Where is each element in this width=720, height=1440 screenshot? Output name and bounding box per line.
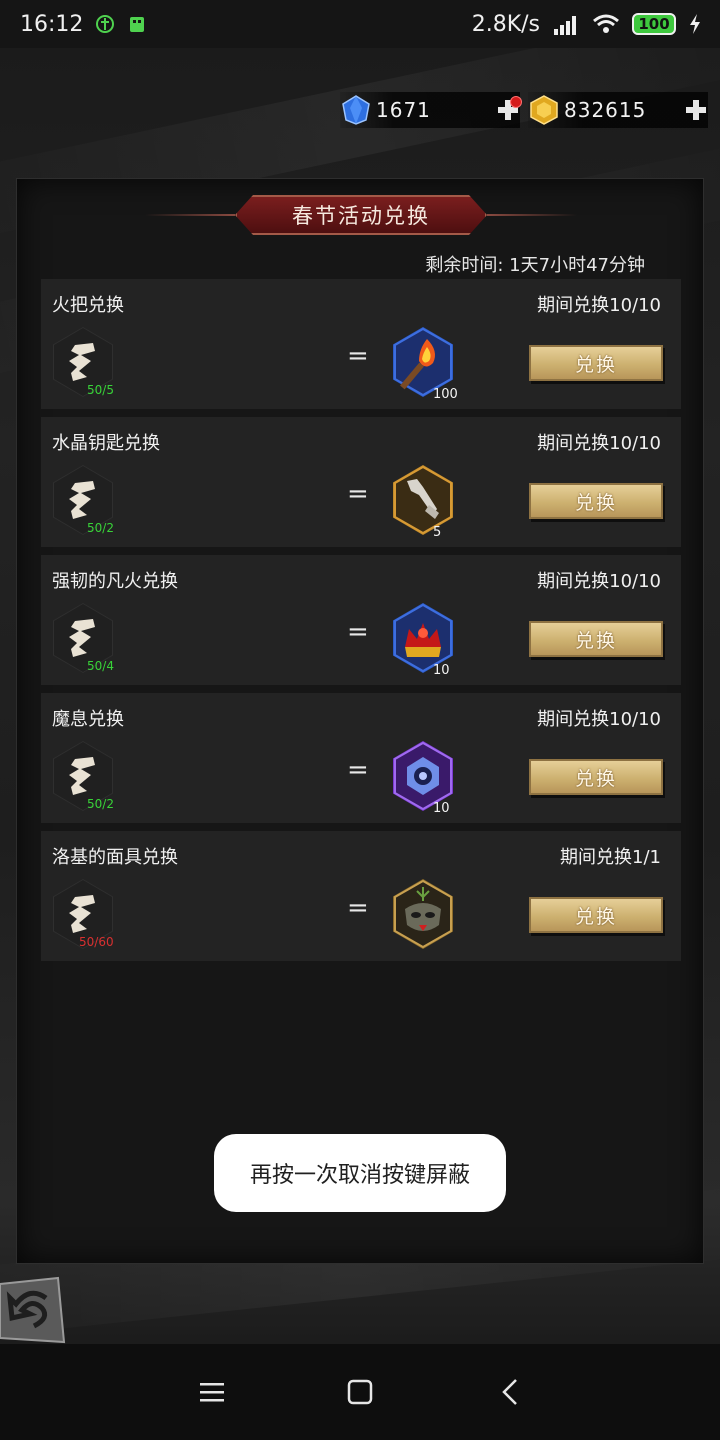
equals-sign: = <box>347 755 369 785</box>
material-requirement: 50/2 <box>87 797 114 811</box>
equals-sign: = <box>347 479 369 509</box>
exchange-title: 强韧的凡火兑换 <box>52 571 178 592</box>
exchange-row-loki-mask: 洛基的面具兑换 期间兑换1/1 50/60 = 兑换 <box>41 831 681 961</box>
notification-dot <box>510 96 522 108</box>
exchange-title: 魔息兑换 <box>52 709 124 730</box>
material-requirement: 50/2 <box>87 521 114 535</box>
plus-icon <box>686 100 706 120</box>
reward-quantity: 5 <box>433 525 442 540</box>
system-nav-bar <box>0 1344 720 1440</box>
add-gold-button[interactable] <box>684 98 708 122</box>
exchange-button[interactable]: 兑换 <box>529 345 663 381</box>
gold-currency: 832615 <box>528 92 708 128</box>
exchange-row-torch: 火把兑换 期间兑换10/10 50/5 = 100 兑换 <box>41 279 681 409</box>
back-arrow-icon[interactable] <box>0 1276 66 1346</box>
remaining-time: 剩余时间: 1天7小时47分钟 <box>425 255 645 276</box>
exchange-row-fire: 强韧的凡火兑换 期间兑换10/10 50/4 = 10 兑换 <box>41 555 681 685</box>
reward-quantity: 10 <box>433 663 450 678</box>
material-requirement: 50/60 <box>79 935 114 949</box>
add-gems-button[interactable] <box>496 96 522 122</box>
reward-quantity: 100 <box>433 387 458 402</box>
net-speed: 2.8K/s <box>471 11 540 37</box>
exchange-limit: 期间兑换10/10 <box>537 295 661 316</box>
gold-count: 832615 <box>564 98 647 122</box>
battery-indicator: 100 <box>632 13 676 35</box>
panel-header: 春节活动兑换 <box>145 195 577 235</box>
signal-icon <box>552 13 580 35</box>
status-time: 16:12 <box>20 11 84 37</box>
crystal-key-icon <box>394 465 452 535</box>
reward-quantity: 10 <box>433 801 450 816</box>
exchange-panel: 春节活动兑换 剩余时间: 1天7小时47分钟 火把兑换 期间兑换10/10 50… <box>16 178 704 1264</box>
back-icon[interactable] <box>498 1378 526 1406</box>
exchange-row-crystal-key: 水晶钥匙兑换 期间兑换10/10 50/2 = 5 兑换 <box>41 417 681 547</box>
vpn-icon <box>95 14 115 34</box>
exchange-limit: 期间兑换1/1 <box>560 847 661 868</box>
home-icon[interactable] <box>346 1378 374 1406</box>
exchange-title: 水晶钥匙兑换 <box>52 433 160 454</box>
exchange-limit: 期间兑换10/10 <box>537 709 661 730</box>
menu-icon[interactable] <box>198 1378 226 1406</box>
exchange-button[interactable]: 兑换 <box>529 483 663 519</box>
exchange-button[interactable]: 兑换 <box>529 759 663 795</box>
exchange-button[interactable]: 兑换 <box>529 621 663 657</box>
toast-message: 再按一次取消按键屏蔽 <box>214 1134 506 1212</box>
wifi-icon <box>592 13 620 35</box>
exchange-limit: 期间兑换10/10 <box>537 571 661 592</box>
android-icon <box>127 14 147 34</box>
equals-sign: = <box>347 341 369 371</box>
exchange-button[interactable]: 兑换 <box>529 897 663 933</box>
blue-gem-icon <box>342 95 370 125</box>
exchange-row-magic-breath: 魔息兑换 期间兑换10/10 50/2 = 10 兑换 <box>41 693 681 823</box>
exchange-title: 洛基的面具兑换 <box>52 847 178 868</box>
panel-title: 春节活动兑换 <box>235 195 487 235</box>
exchange-limit: 期间兑换10/10 <box>537 433 661 454</box>
material-requirement: 50/4 <box>87 659 114 673</box>
gem-count: 1671 <box>376 98 431 122</box>
gold-gem-icon <box>530 95 558 125</box>
material-requirement: 50/5 <box>87 383 114 397</box>
equals-sign: = <box>347 893 369 923</box>
gem-currency: 1671 <box>340 92 522 128</box>
equals-sign: = <box>347 617 369 647</box>
exchange-title: 火把兑换 <box>52 295 124 316</box>
status-bar: 16:12 2.8K/s 100 <box>0 0 720 48</box>
charging-icon <box>688 13 702 35</box>
loki-mask-icon <box>394 879 452 949</box>
